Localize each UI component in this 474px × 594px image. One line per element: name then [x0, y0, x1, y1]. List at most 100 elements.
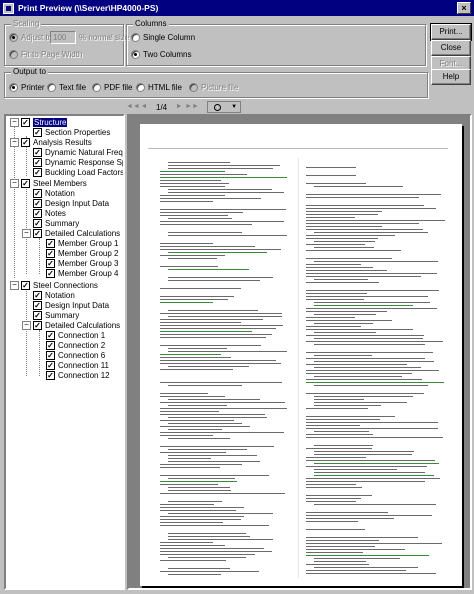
checkbox-checked-icon[interactable]: ✓ — [33, 188, 42, 198]
first-page-icon[interactable]: ◄◄ — [126, 101, 140, 113]
tree-node-connection-11[interactable]: ✓ Connection 11 — [46, 360, 109, 370]
report-text-line — [160, 554, 255, 555]
tree-node-dynamic-natural[interactable]: ✓ Dynamic Natural Frequen — [33, 147, 123, 157]
help-button[interactable]: Help — [431, 69, 471, 85]
report-text-line — [168, 310, 258, 311]
collapse-icon[interactable]: − — [10, 280, 19, 290]
report-text-line — [306, 478, 440, 479]
tree-label-steel-members: Steel Members — [33, 178, 87, 188]
close-button[interactable]: Close — [431, 40, 471, 56]
checkbox-checked-icon[interactable]: ✓ — [33, 167, 42, 177]
report-text-line — [168, 162, 230, 163]
tree-node-steel-members[interactable]: − ✓ Steel Members — [10, 178, 87, 188]
checkbox-checked-icon[interactable]: ✓ — [46, 340, 55, 350]
tree-node-member-group-3[interactable]: ✓ Member Group 3 — [46, 258, 118, 268]
report-text-line — [306, 555, 429, 556]
checkbox-checked-icon[interactable]: ✓ — [33, 157, 42, 167]
checkbox-checked-icon[interactable]: ✓ — [33, 290, 42, 300]
checkbox-checked-icon[interactable]: ✓ — [46, 268, 55, 278]
tree-node-member-group-2[interactable]: ✓ Member Group 2 — [46, 248, 118, 258]
checkbox-checked-icon[interactable]: ✓ — [33, 198, 42, 208]
report-text-line — [306, 183, 366, 184]
checkbox-checked-icon[interactable]: ✓ — [33, 300, 42, 310]
tree-label-connection-11: Connection 11 — [58, 360, 109, 370]
zoom-dropdown[interactable]: ▼ — [207, 101, 242, 113]
tree-node-dynamic-response[interactable]: ✓ Dynamic Response Spec — [33, 157, 123, 167]
print-button[interactable]: Print... — [430, 23, 472, 41]
checkbox-checked-icon[interactable]: ✓ — [33, 310, 42, 320]
report-text-line — [306, 457, 366, 458]
tree-node-conn-notation[interactable]: ✓ Notation — [33, 290, 75, 300]
report-text-line — [160, 545, 225, 546]
output-pdf-radio[interactable]: PDF file — [92, 83, 132, 92]
tree-node-connection-6[interactable]: ✓ Connection 6 — [46, 350, 105, 360]
tree-node-steel-connections[interactable]: − ✓ Steel Connections — [10, 280, 98, 290]
report-text-line — [314, 232, 428, 233]
last-page-icon[interactable]: ►► — [185, 101, 199, 113]
tree-node-analysis-results[interactable]: − ✓ Analysis Results — [10, 137, 92, 147]
tree-node-section-properties[interactable]: ✓ Section Properties — [33, 127, 110, 137]
collapse-icon[interactable]: − — [10, 137, 19, 147]
print-preview-pane[interactable] — [127, 114, 472, 590]
checkbox-checked-icon[interactable]: ✓ — [33, 127, 42, 137]
preview-toolbar: ◄◄ ◄ 1/4 ► ►► ▼ — [126, 100, 242, 114]
report-text-line — [306, 358, 425, 359]
report-section-tree[interactable]: − ✓ Structure ✓ Section Properties − ✓ A… — [4, 114, 125, 590]
tree-node-structure[interactable]: − ✓ Structure — [10, 117, 68, 127]
checkbox-checked-icon[interactable]: ✓ — [46, 330, 55, 340]
report-text-line — [168, 168, 273, 169]
report-text-line — [306, 197, 419, 198]
output-legend: Output to — [11, 67, 48, 76]
collapse-icon[interactable]: − — [10, 178, 19, 188]
checkbox-checked-icon[interactable]: ✓ — [21, 280, 30, 290]
single-column-radio[interactable]: Single Column — [131, 33, 195, 42]
tree-node-connection-1[interactable]: ✓ Connection 1 — [46, 330, 105, 340]
checkbox-checked-icon[interactable]: ✓ — [33, 218, 42, 228]
adjust-to-radio[interactable]: Adjust to: — [9, 33, 54, 42]
close-window-icon[interactable]: × — [457, 2, 471, 14]
checkbox-checked-icon[interactable]: ✓ — [21, 137, 30, 147]
checkbox-checked-icon[interactable]: ✓ — [33, 228, 42, 238]
checkbox-checked-icon[interactable]: ✓ — [46, 248, 55, 258]
tree-node-connection-2[interactable]: ✓ Connection 2 — [46, 340, 105, 350]
tree-node-summary[interactable]: ✓ Summary — [33, 218, 79, 228]
report-text-line — [160, 331, 252, 332]
normal-size-label: % normal size — [79, 33, 130, 42]
tree-node-buckling[interactable]: ✓ Buckling Load Factors — [33, 167, 123, 177]
previous-page-icon[interactable]: ◄ — [138, 101, 150, 113]
collapse-icon[interactable]: − — [10, 117, 19, 127]
report-text-line — [306, 208, 436, 209]
checkbox-checked-icon[interactable]: ✓ — [46, 350, 55, 360]
output-html-radio[interactable]: HTML file — [136, 83, 182, 92]
output-printer-radio[interactable]: Printer — [9, 83, 45, 92]
checkbox-checked-icon[interactable]: ✓ — [46, 360, 55, 370]
checkbox-checked-icon[interactable]: ✓ — [46, 238, 55, 248]
tree-node-connection-12[interactable]: ✓ Connection 12 — [46, 370, 110, 380]
checkbox-checked-icon[interactable]: ✓ — [46, 370, 55, 380]
checkbox-checked-icon[interactable]: ✓ — [46, 258, 55, 268]
output-text-radio[interactable]: Text file — [47, 83, 86, 92]
output-picture-radio[interactable]: Picture file — [189, 83, 238, 92]
tree-node-detailed-calc[interactable]: − ✓ Detailed Calculations — [22, 228, 120, 238]
checkbox-checked-icon[interactable]: ✓ — [33, 208, 42, 218]
tree-node-notation[interactable]: ✓ Notation — [33, 188, 75, 198]
collapse-icon[interactable]: − — [22, 320, 31, 330]
checkbox-checked-icon[interactable]: ✓ — [21, 117, 30, 127]
checkbox-checked-icon[interactable]: ✓ — [33, 320, 42, 330]
checkbox-checked-icon[interactable]: ✓ — [21, 178, 30, 188]
tree-node-design-input[interactable]: ✓ Design Input Data — [33, 198, 109, 208]
report-text-line — [306, 487, 362, 488]
fit-page-width-radio[interactable]: Fit to Page Width — [9, 50, 82, 59]
scale-percent-input[interactable]: 100 — [50, 31, 76, 44]
checkbox-checked-icon[interactable]: ✓ — [33, 147, 42, 157]
tree-node-conn-detailed-calc[interactable]: − ✓ Detailed Calculations — [22, 320, 120, 330]
next-page-icon[interactable]: ► — [173, 101, 185, 113]
tree-node-member-group-1[interactable]: ✓ Member Group 1 — [46, 238, 118, 248]
tree-node-conn-summary[interactable]: ✓ Summary — [33, 310, 79, 320]
collapse-icon[interactable]: − — [22, 228, 31, 238]
report-text-line — [160, 221, 284, 222]
two-columns-radio[interactable]: Two Columns — [131, 50, 191, 59]
tree-node-conn-design-input[interactable]: ✓ Design Input Data — [33, 300, 109, 310]
tree-node-member-group-4[interactable]: ✓ Member Group 4 — [46, 268, 118, 278]
tree-node-notes[interactable]: ✓ Notes — [33, 208, 66, 218]
